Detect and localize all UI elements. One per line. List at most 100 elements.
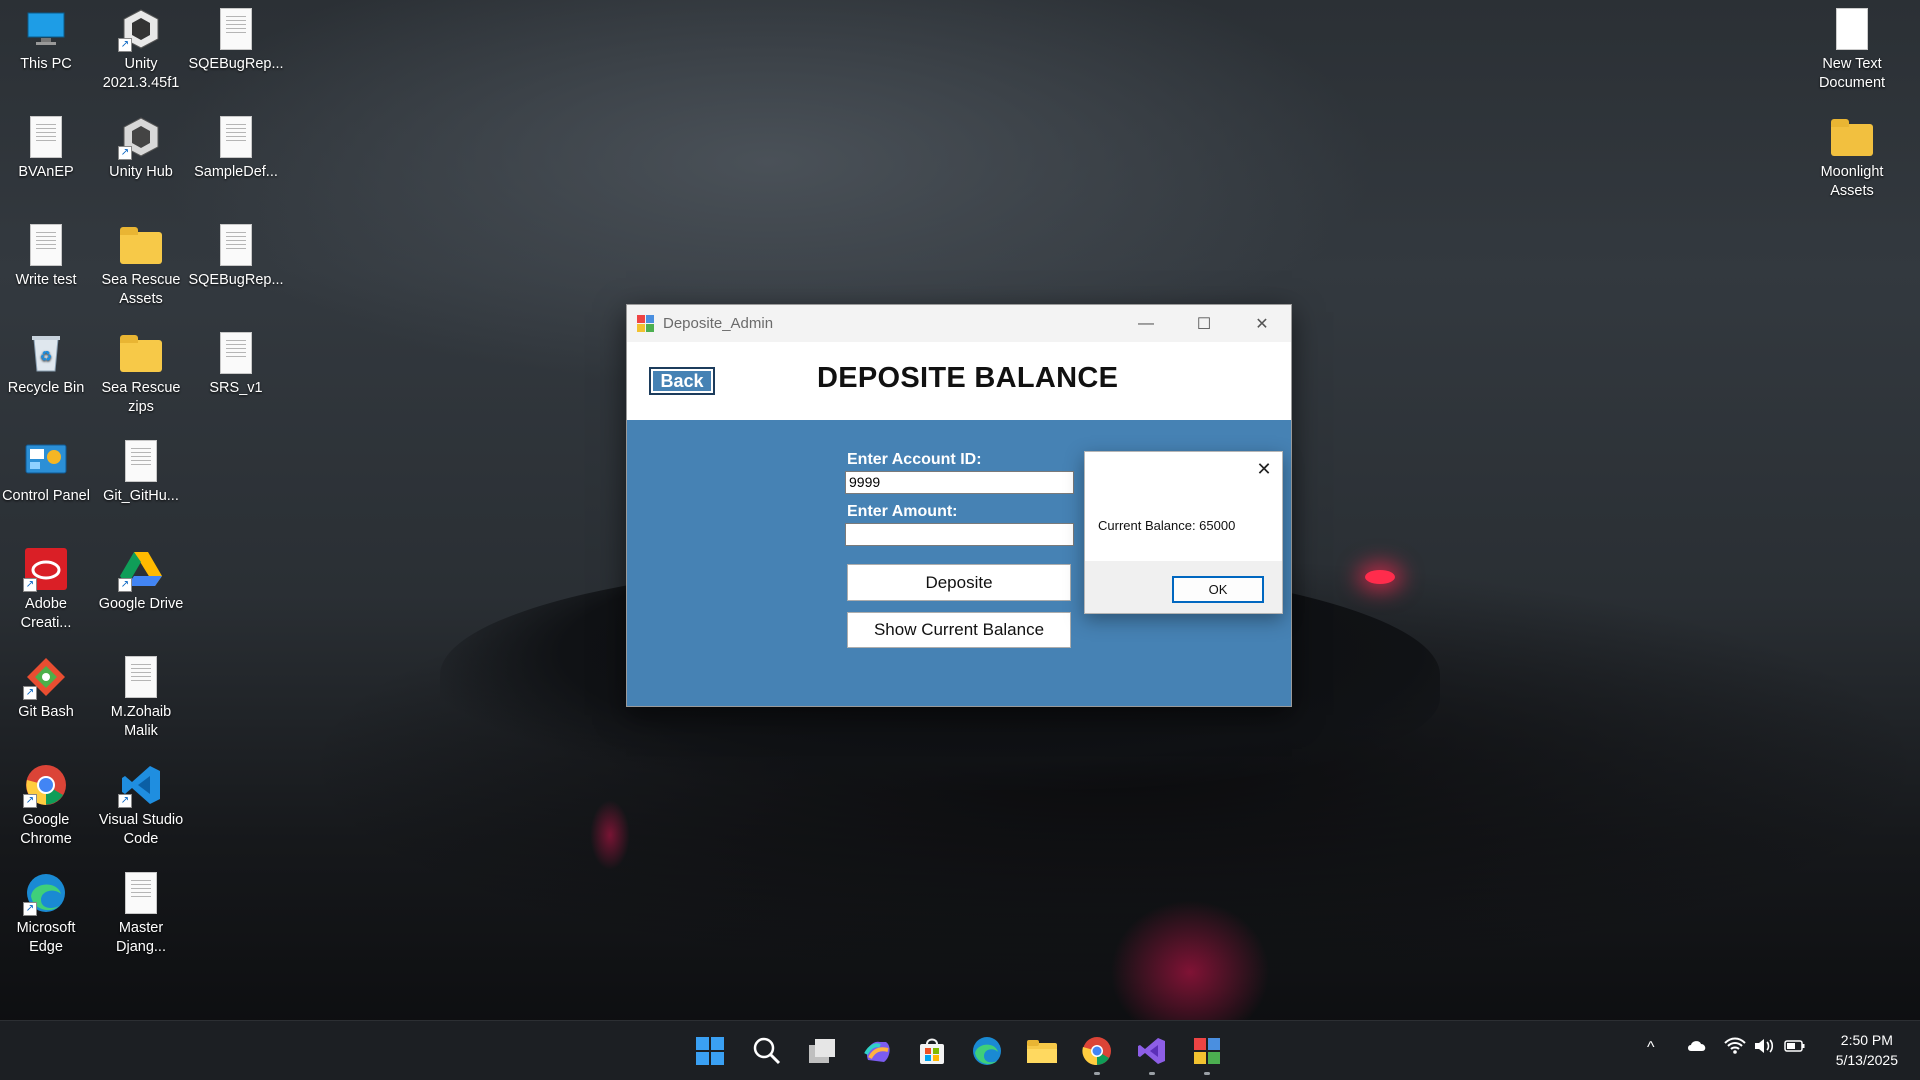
desktop-icon-label: Visual Studio Code (98, 812, 184, 847)
winforms-app-icon (637, 314, 655, 333)
amount-label: Enter Amount: (847, 503, 958, 520)
document-icon (120, 872, 162, 914)
deposit-button[interactable]: Deposite (847, 564, 1071, 601)
close-button[interactable]: ✕ (1233, 305, 1291, 342)
desktop-icon-label: Control Panel (2, 488, 90, 504)
running-indicator (1204, 1072, 1210, 1075)
wifi-icon[interactable] (1724, 1037, 1746, 1060)
show-balance-button[interactable]: Show Current Balance (847, 612, 1071, 648)
desktop-icon-label: Git_GitHu... (103, 488, 179, 504)
desktop-icon-write-test[interactable]: Write test (0, 218, 92, 314)
shortcut-arrow-icon: ↗ (23, 902, 37, 916)
store-icon[interactable] (916, 1035, 948, 1067)
desktop-icon-label: Sea Rescue zips (101, 380, 181, 415)
desktop-icon-git-github[interactable]: Git_GitHu... (95, 434, 187, 530)
page-title: DEPOSITE BALANCE (817, 362, 1119, 394)
desktop-icon-sampledef[interactable]: SampleDef... (190, 110, 282, 206)
desktop-icon-recycle-bin[interactable]: ♻ Recycle Bin (0, 326, 92, 422)
winforms-app-icon[interactable] (1191, 1035, 1223, 1067)
clock-time: 2:50 PM (1840, 1032, 1893, 1048)
minimize-icon: — (1138, 314, 1154, 332)
clock-date: 5/13/2025 (1835, 1052, 1898, 1068)
minimize-button[interactable]: — (1117, 305, 1175, 342)
desktop-icon-label: Google Drive (98, 596, 184, 612)
window-titlebar[interactable]: Deposite_Admin — ☐ ✕ (627, 305, 1291, 342)
desktop-icon-sea-rescue-zips[interactable]: Sea Rescue zips (95, 326, 187, 422)
desktop-icon-sqebugrep-1[interactable]: SQEBugRep... (188, 2, 284, 98)
desktop-icon-label: BVAnEP (18, 164, 74, 180)
vscode-icon: ↗ (118, 764, 162, 808)
account-id-label: Enter Account ID: (847, 451, 982, 468)
shortcut-arrow-icon: ↗ (118, 146, 132, 160)
recycle-bin-icon: ♻ (25, 332, 67, 374)
desktop-icon-google-drive[interactable]: ↗ Google Drive (95, 542, 187, 638)
task-view-icon[interactable] (806, 1035, 838, 1067)
desktop-icon-unity-2021[interactable]: ↗ Unity 2021.3.45f1 (95, 2, 187, 98)
edge-icon[interactable] (971, 1035, 1003, 1067)
shortcut-arrow-icon: ↗ (118, 38, 132, 52)
back-button[interactable]: Back (649, 367, 715, 395)
text-document-icon (1831, 8, 1873, 50)
edge-icon: ↗ (23, 872, 67, 916)
adobe-creative-cloud-icon: ↗ (23, 548, 67, 592)
wallpaper-reflection (1110, 900, 1270, 1020)
close-icon: ✕ (1255, 315, 1269, 333)
show-hidden-icons-chevron-icon[interactable]: ^ (1647, 1039, 1655, 1057)
amount-input[interactable] (845, 523, 1074, 546)
document-icon (25, 224, 67, 266)
desktop-icon-microsoft-edge[interactable]: ↗ Microsoft Edge (0, 866, 92, 962)
desktop-icon-vscode[interactable]: ↗ Visual Studio Code (95, 758, 187, 854)
battery-icon[interactable] (1784, 1038, 1806, 1059)
chrome-icon[interactable] (1081, 1035, 1113, 1067)
desktop-icon-label: Adobe Creati... (20, 596, 72, 631)
desktop-icon-label: Git Bash (18, 704, 74, 720)
desktop-icon-adobe-creative-cloud[interactable]: ↗ Adobe Creati... (0, 542, 92, 638)
dialog-message: Current Balance: 65000 (1098, 518, 1236, 533)
desktop-icon-bvanep[interactable]: BVAnEP (0, 110, 92, 206)
desktop-icon-this-pc[interactable]: This PC (0, 2, 92, 98)
desktop-icon-sqebugrep-2[interactable]: SQEBugRep... (188, 218, 284, 314)
monitor-icon (25, 8, 67, 50)
maximize-button[interactable]: ☐ (1175, 305, 1233, 342)
desktop-icon-sea-rescue-assets[interactable]: Sea Rescue Assets (95, 218, 187, 314)
desktop-icon-new-text-document[interactable]: New Text Document (1806, 2, 1898, 98)
account-id-input[interactable]: 9999 (845, 471, 1074, 494)
ok-button[interactable]: OK (1172, 576, 1264, 603)
search-icon[interactable] (751, 1035, 783, 1067)
shortcut-arrow-icon: ↗ (118, 794, 132, 808)
close-icon: ✕ (1256, 458, 1272, 479)
copilot-icon[interactable] (861, 1035, 893, 1067)
desktop-icon-label: SRS_v1 (209, 380, 263, 396)
desktop-icon-label: Write test (15, 272, 77, 288)
desktop-icon-label: Moonlight Assets (1820, 164, 1884, 199)
document-icon (215, 332, 257, 374)
desktop-icon-m-zohaib-malik[interactable]: M.Zohaib Malik (95, 650, 187, 746)
message-box-dialog: ✕ Current Balance: 65000 OK (1084, 451, 1283, 614)
onedrive-cloud-icon[interactable] (1686, 1037, 1708, 1058)
desktop-icon-label: SQEBugRep... (188, 56, 284, 72)
running-indicator (1149, 1072, 1155, 1075)
desktop-icon-git-bash[interactable]: ↗ Git Bash (0, 650, 92, 746)
file-explorer-icon[interactable] (1026, 1035, 1058, 1067)
taskbar-clock[interactable]: 2:50 PM 5/13/2025 (1836, 1030, 1898, 1070)
desktop-icon-label: Google Chrome (20, 812, 72, 847)
document-icon (215, 8, 257, 50)
desktop-icon-unity-hub[interactable]: ↗ Unity Hub (95, 110, 187, 206)
header-panel: Back DEPOSITE BALANCE (627, 342, 1291, 420)
desktop-icon-master-django[interactable]: Master Djang... (95, 866, 187, 962)
desktop-icon-label: Unity Hub (109, 164, 173, 180)
desktop-icon-srs-v1[interactable]: SRS_v1 (190, 326, 282, 422)
wallpaper-taillight (1365, 570, 1395, 584)
document-icon (215, 116, 257, 158)
git-bash-icon: ↗ (23, 656, 67, 700)
visual-studio-icon[interactable] (1136, 1035, 1168, 1067)
document-icon (215, 224, 257, 266)
start-icon[interactable] (694, 1035, 726, 1067)
shortcut-arrow-icon: ↗ (23, 686, 37, 700)
desktop-icon-google-chrome[interactable]: ↗ Google Chrome (0, 758, 92, 854)
volume-icon[interactable] (1754, 1037, 1776, 1060)
dialog-close-button[interactable]: ✕ (1254, 459, 1274, 479)
folder-icon (120, 224, 162, 266)
desktop-icon-moonlight-assets[interactable]: Moonlight Assets (1806, 110, 1898, 206)
desktop-icon-control-panel[interactable]: Control Panel (0, 434, 92, 530)
